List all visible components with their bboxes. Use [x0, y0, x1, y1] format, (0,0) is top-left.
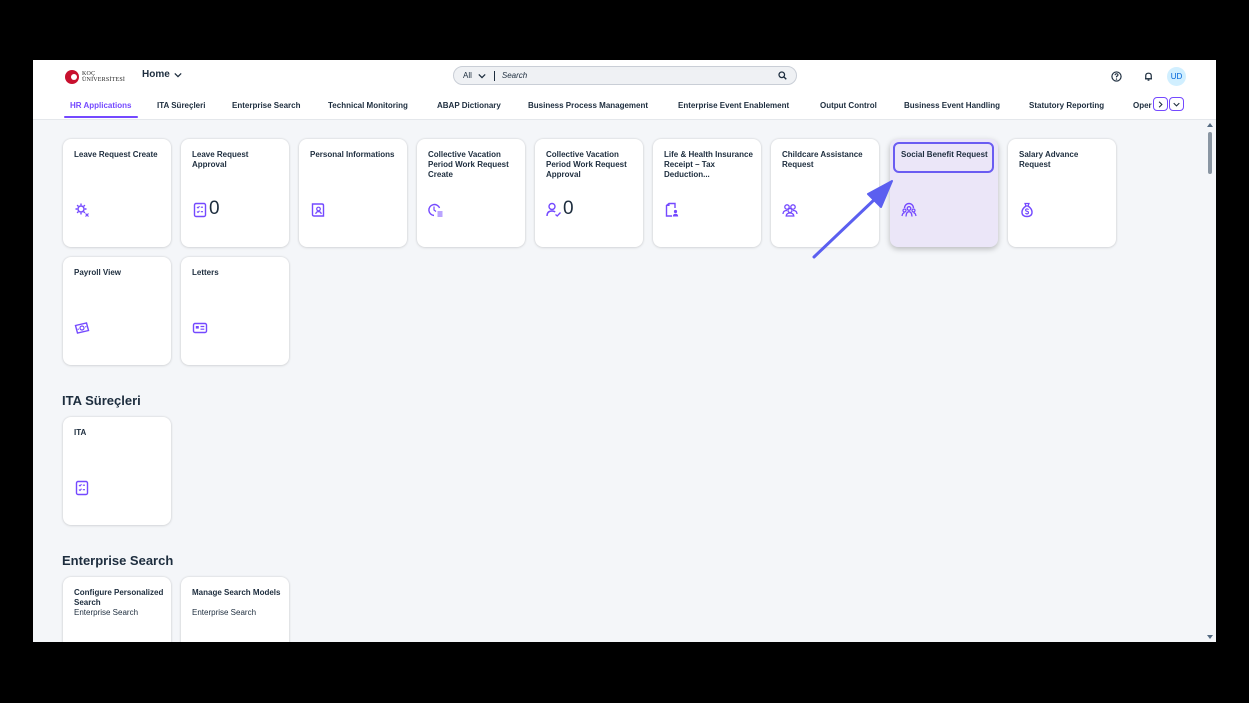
help-button[interactable] — [1109, 69, 1123, 83]
social-group-icon — [901, 202, 917, 218]
search-config-icon — [74, 639, 90, 642]
checklist-icon — [192, 202, 208, 218]
tile-title: Childcare Assistance Request — [782, 150, 863, 169]
tab-business-process-management[interactable]: Business Process Management — [528, 101, 648, 110]
tab-business-event-handling[interactable]: Business Event Handling — [904, 101, 1000, 110]
chevron-down-icon — [174, 72, 182, 77]
tile-social-benefit-request[interactable]: Social Benefit Request — [890, 139, 998, 247]
tile-subtitle: Enterprise Search — [192, 608, 257, 617]
tile-title: Payroll View — [74, 268, 121, 277]
chevron-down-icon — [1173, 102, 1180, 107]
scroll-down-arrow-icon[interactable] — [1207, 635, 1213, 639]
leave-request-gear-icon — [74, 202, 90, 218]
tile-title: Social Benefit Request — [901, 150, 988, 159]
tile-title: Personal Informations — [310, 150, 395, 159]
tile-title: Collective Vacation Period Work Request … — [428, 150, 509, 179]
search-input[interactable] — [494, 70, 774, 81]
tile-life-health-insurance-receipt[interactable]: Life & Health Insurance Receipt – Tax De… — [653, 139, 761, 247]
section-title-ita-surecleri: ITA Süreçleri — [62, 393, 141, 408]
tile-title: Leave Request Create — [74, 150, 158, 159]
money-bag-icon — [1019, 202, 1035, 218]
home-menu-button[interactable]: Home — [142, 69, 182, 80]
tile-title: Manage Search Models — [192, 588, 281, 597]
tab-bar: HR Applications ITA Süreçleri Enterprise… — [33, 92, 1216, 120]
tile-payroll-view[interactable]: Payroll View — [63, 257, 171, 365]
tab-statutory-reporting[interactable]: Statutory Reporting — [1029, 101, 1104, 110]
tile-title: Salary Advance Request — [1019, 150, 1079, 169]
tab-overflow-menu-button[interactable] — [1169, 97, 1184, 111]
tab-scroll-right-button[interactable] — [1153, 97, 1168, 111]
personal-id-icon — [310, 202, 326, 218]
tile-title: Configure Personalized Search — [74, 588, 164, 607]
user-avatar[interactable]: UD — [1167, 67, 1186, 86]
shell-bar: KOÇ ÜNİVERSİTESİ Home All UD — [33, 60, 1216, 92]
tab-abap-dictionary[interactable]: ABAP Dictionary — [437, 101, 501, 110]
company-logo[interactable]: KOÇ ÜNİVERSİTESİ — [65, 69, 127, 85]
bell-icon — [1144, 72, 1152, 81]
search-button[interactable] — [774, 68, 790, 84]
group-icon — [782, 202, 798, 218]
person-check-icon — [546, 202, 562, 218]
notifications-button[interactable] — [1141, 69, 1155, 83]
logo-mark-icon — [65, 70, 79, 84]
tile-kpi-count: 0 — [209, 198, 220, 219]
tile-personal-informations[interactable]: Personal Informations — [299, 139, 407, 247]
clock-list-icon — [428, 202, 444, 218]
tile-collective-vacation-approval[interactable]: Collective Vacation Period Work Request … — [535, 139, 643, 247]
home-label: Home — [142, 69, 170, 80]
tab-oper-truncated[interactable]: Oper — [1133, 101, 1152, 110]
tile-ita[interactable]: ITA — [63, 417, 171, 525]
tile-leave-request-approval[interactable]: Leave Request Approval 0 — [181, 139, 289, 247]
tile-salary-advance-request[interactable]: Salary Advance Request — [1008, 139, 1116, 247]
search-scope-select[interactable]: All — [454, 70, 495, 81]
help-icon — [1110, 70, 1122, 82]
tile-letters[interactable]: Letters — [181, 257, 289, 365]
tile-subtitle: Enterprise Search — [74, 608, 139, 617]
tab-enterprise-search[interactable]: Enterprise Search — [232, 101, 300, 110]
tab-hr-applications[interactable]: HR Applications — [70, 101, 131, 110]
logo-line-2: ÜNİVERSİTESİ — [82, 77, 126, 83]
tile-title: Letters — [192, 268, 219, 277]
tile-configure-personalized-search[interactable]: Configure Personalized Search Enterprise… — [63, 577, 171, 642]
vertical-scrollbar[interactable] — [1205, 122, 1214, 640]
active-tab-indicator — [64, 116, 138, 118]
tile-manage-search-models[interactable]: Manage Search Models Enterprise Search — [181, 577, 289, 642]
checklist-icon — [74, 480, 90, 496]
tile-title: Collective Vacation Period Work Request … — [546, 150, 627, 179]
id-card-icon — [192, 320, 208, 336]
scrollbar-thumb[interactable] — [1208, 132, 1212, 174]
search-icon — [777, 71, 787, 80]
tab-output-control[interactable]: Output Control — [820, 101, 877, 110]
money-icon — [74, 320, 90, 336]
tile-collective-vacation-create[interactable]: Collective Vacation Period Work Request … — [417, 139, 525, 247]
tile-childcare-assistance-request[interactable]: Childcare Assistance Request — [771, 139, 879, 247]
launchpad-content: Leave Request Create Leave Request Appro… — [33, 120, 1216, 642]
tab-enterprise-event-enablement[interactable]: Enterprise Event Enablement — [678, 101, 789, 110]
tile-title: Life & Health Insurance Receipt – Tax De… — [664, 150, 753, 179]
document-person-icon — [664, 202, 680, 218]
tile-kpi-count: 0 — [563, 198, 574, 219]
tile-title: Leave Request Approval — [192, 150, 249, 169]
app-window: KOÇ ÜNİVERSİTESİ Home All UD HR Appli — [33, 60, 1216, 642]
tile-title: ITA — [74, 428, 87, 437]
tab-ita-surecleri[interactable]: ITA Süreçleri — [157, 101, 205, 110]
logo-text: KOÇ ÜNİVERSİTESİ — [82, 71, 125, 83]
scroll-up-arrow-icon[interactable] — [1207, 123, 1213, 127]
search-bar: All — [453, 66, 797, 85]
chevron-right-icon — [1158, 100, 1163, 108]
tile-leave-request-create[interactable]: Leave Request Create — [63, 139, 171, 247]
tab-technical-monitoring[interactable]: Technical Monitoring — [328, 101, 408, 110]
chevron-down-icon — [478, 73, 486, 78]
section-title-enterprise-search: Enterprise Search — [62, 553, 174, 568]
search-scope-label: All — [463, 71, 472, 80]
